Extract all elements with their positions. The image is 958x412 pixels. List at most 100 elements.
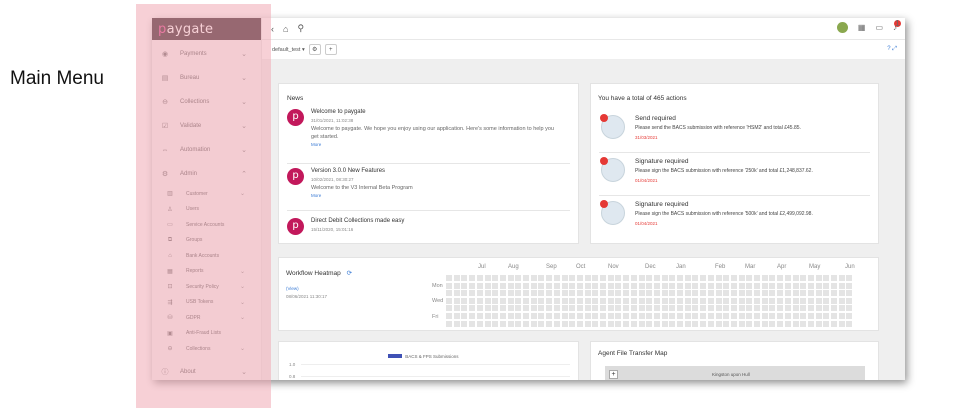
heatmap-cell[interactable] <box>807 282 814 289</box>
heatmap-cell[interactable] <box>461 282 468 289</box>
heatmap-cell[interactable] <box>661 313 668 319</box>
sidebar-subitem-anti-fraud-lists[interactable]: ▣ Anti-Fraud Lists <box>152 326 261 342</box>
heatmap-cell[interactable] <box>538 305 545 312</box>
heatmap-cell[interactable] <box>630 282 637 289</box>
heatmap-cell[interactable] <box>838 320 845 327</box>
heatmap-cell[interactable] <box>677 320 683 327</box>
heatmap-cell[interactable] <box>700 275 707 281</box>
heatmap-cell[interactable] <box>684 282 691 289</box>
heatmap-cell[interactable] <box>530 320 537 327</box>
heatmap-cell[interactable] <box>607 320 614 327</box>
heatmap-cell[interactable] <box>831 275 837 281</box>
heatmap-cell[interactable] <box>530 290 537 297</box>
heatmap-cell[interactable] <box>469 297 476 304</box>
heatmap-cell[interactable] <box>476 275 483 281</box>
heatmap-cell[interactable] <box>561 275 568 281</box>
heatmap-cell[interactable] <box>831 305 837 312</box>
heatmap-cell[interactable] <box>846 282 853 289</box>
action-item[interactable]: Signature required Please sign the BACS … <box>599 197 870 237</box>
heatmap-cell[interactable] <box>784 290 791 297</box>
heatmap-cell[interactable] <box>684 313 691 319</box>
heatmap-cell[interactable] <box>538 290 545 297</box>
heatmap-cell[interactable] <box>553 297 560 304</box>
sidebar-subitem-service-accounts[interactable]: ▭ Service Accounts <box>152 217 261 233</box>
heatmap-cell[interactable] <box>584 320 591 327</box>
heatmap-cell[interactable] <box>761 305 768 312</box>
heatmap-cell[interactable] <box>784 297 791 304</box>
heatmap-cell[interactable] <box>792 282 799 289</box>
heatmap-cell[interactable] <box>630 320 637 327</box>
heatmap-cell[interactable] <box>499 290 506 297</box>
heatmap-cell[interactable] <box>530 275 537 281</box>
heatmap-cell[interactable] <box>600 282 606 289</box>
heatmap-cell[interactable] <box>576 297 583 304</box>
heatmap-cell[interactable] <box>777 282 784 289</box>
heatmap-cell[interactable] <box>584 275 591 281</box>
heatmap-cell[interactable] <box>592 313 599 319</box>
heatmap-cell[interactable] <box>754 282 760 289</box>
heatmap-cell[interactable] <box>623 313 630 319</box>
heatmap-cell[interactable] <box>446 313 452 319</box>
heatmap-cell[interactable] <box>831 297 837 304</box>
heatmap-cell[interactable] <box>669 282 676 289</box>
heatmap-cell[interactable] <box>453 320 460 327</box>
heatmap-cell[interactable] <box>607 290 614 297</box>
heatmap-cell[interactable] <box>777 297 784 304</box>
heatmap-cell[interactable] <box>584 305 591 312</box>
heatmap-cell[interactable] <box>492 313 499 319</box>
heatmap-cell[interactable] <box>453 282 460 289</box>
heatmap-cell[interactable] <box>615 320 622 327</box>
heatmap-cell[interactable] <box>638 290 645 297</box>
heatmap-cell[interactable] <box>646 297 653 304</box>
heatmap-cell[interactable] <box>446 275 452 281</box>
heatmap-cell[interactable] <box>584 297 591 304</box>
bell-icon[interactable]: ♪ 1 <box>893 20 901 32</box>
heatmap-cell[interactable] <box>576 320 583 327</box>
heatmap-cell[interactable] <box>515 297 522 304</box>
sidebar-subitem-usb-tokens[interactable]: ⇶ USB Tokens ⌄ <box>152 295 261 311</box>
heatmap-cell[interactable] <box>653 313 660 319</box>
heatmap-cell[interactable] <box>684 275 691 281</box>
heatmap-cell[interactable] <box>669 275 676 281</box>
heatmap-cell[interactable] <box>715 275 722 281</box>
heatmap-cell[interactable] <box>546 275 553 281</box>
heatmap-cell[interactable] <box>530 305 537 312</box>
heatmap-cell[interactable] <box>792 305 799 312</box>
heatmap-cell[interactable] <box>507 275 514 281</box>
heatmap-cell[interactable] <box>761 320 768 327</box>
heatmap-cell[interactable] <box>515 282 522 289</box>
sidebar-item-validate[interactable]: ☑ Validate ⌄ <box>152 114 261 138</box>
heatmap-cell[interactable] <box>515 305 522 312</box>
help-and-fullscreen-icons[interactable]: ? ⤢ <box>887 46 897 53</box>
heatmap-cell[interactable] <box>492 290 499 297</box>
customer-select[interactable]: default_test ▾ <box>272 47 305 53</box>
heatmap-cell[interactable] <box>499 305 506 312</box>
heatmap-cell[interactable] <box>838 275 845 281</box>
action-item[interactable]: Send required Please send the BACS submi… <box>599 111 870 151</box>
heatmap-cell[interactable] <box>646 305 653 312</box>
heatmap-cell[interactable] <box>653 320 660 327</box>
heatmap-cell[interactable] <box>499 275 506 281</box>
heatmap-cell[interactable] <box>800 282 807 289</box>
heatmap-cell[interactable] <box>600 320 606 327</box>
heatmap-cell[interactable] <box>461 297 468 304</box>
heatmap-cell[interactable] <box>469 313 476 319</box>
heatmap-cell[interactable] <box>700 313 707 319</box>
heatmap-cell[interactable] <box>469 275 476 281</box>
heatmap-cell[interactable] <box>499 282 506 289</box>
heatmap-cell[interactable] <box>523 290 529 297</box>
sidebar-subitem-reports[interactable]: ▦ Reports ⌄ <box>152 264 261 280</box>
heatmap-cell[interactable] <box>730 275 737 281</box>
heatmap-cell[interactable] <box>515 320 522 327</box>
heatmap-cell[interactable] <box>815 320 822 327</box>
heatmap-cell[interactable] <box>784 275 791 281</box>
heatmap-cell[interactable] <box>669 313 676 319</box>
heatmap-cell[interactable] <box>507 290 514 297</box>
map-view[interactable]: + Kingston upon Hull <box>605 366 865 380</box>
heatmap-cell[interactable] <box>815 305 822 312</box>
heatmap-cell[interactable] <box>677 275 683 281</box>
heatmap-cell[interactable] <box>792 297 799 304</box>
heatmap-cell[interactable] <box>700 290 707 297</box>
user-avatar[interactable] <box>836 22 848 33</box>
heatmap-cell[interactable] <box>746 305 753 312</box>
